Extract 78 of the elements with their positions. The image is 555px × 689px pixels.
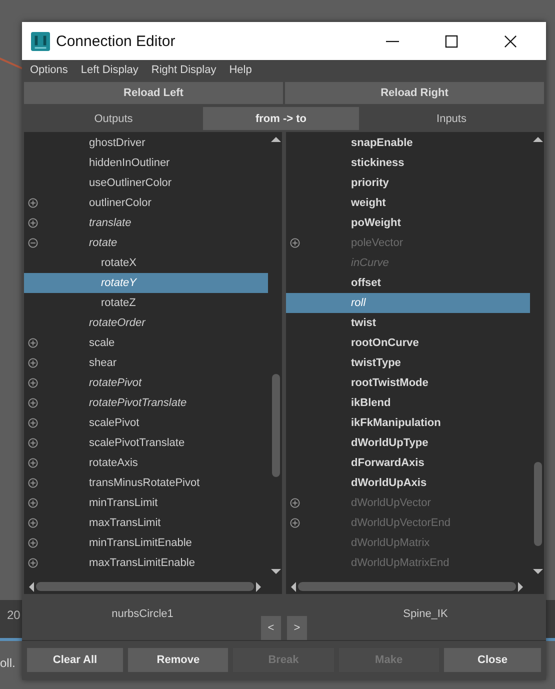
list-item[interactable]: rotateOrder — [24, 313, 268, 333]
menu-item[interactable]: Help — [229, 64, 252, 76]
list-item[interactable]: scale — [24, 333, 268, 353]
list-item[interactable]: rotateZ — [24, 293, 268, 313]
list-item[interactable]: weight — [286, 193, 530, 213]
list-item[interactable]: poWeight — [286, 213, 530, 233]
node-name: Spine_IK — [402, 608, 449, 620]
list-item[interactable]: rootOnCurve — [286, 333, 530, 353]
list-item[interactable]: ikFkManipulation — [286, 413, 530, 433]
expand-icon[interactable] — [28, 538, 38, 548]
window-title: Connection Editor — [56, 32, 176, 50]
list-item[interactable]: rotate — [24, 233, 268, 253]
maximize-icon[interactable] — [445, 34, 458, 48]
expand-icon[interactable] — [28, 198, 38, 208]
footer-button[interactable]: Remove — [128, 648, 228, 672]
expand-icon[interactable] — [290, 238, 300, 248]
list-item[interactable]: dForwardAxis — [286, 453, 530, 473]
close-icon[interactable] — [504, 34, 517, 48]
list-item[interactable]: scalePivotTranslate — [24, 433, 268, 453]
list-item[interactable]: hiddenInOutliner — [24, 153, 268, 173]
list-item[interactable]: offset — [286, 273, 530, 293]
menu-item[interactable]: Left Display — [80, 64, 138, 76]
list-item[interactable]: twist — [286, 313, 530, 333]
app-logo-icon — [31, 32, 50, 50]
list-item[interactable]: twistType — [286, 353, 530, 373]
list-item[interactable]: rotatePivot — [24, 373, 268, 393]
expand-icon[interactable] — [290, 498, 300, 508]
arrow-button[interactable]: < — [261, 616, 281, 640]
list-item[interactable]: dWorldUpAxis — [286, 473, 530, 493]
footer-button[interactable]: Close — [444, 648, 541, 672]
menu-item[interactable]: Options — [30, 64, 68, 76]
list-item[interactable]: rootTwistMode — [286, 373, 530, 393]
expand-icon[interactable] — [28, 398, 38, 408]
list-item[interactable]: useOutlinerColor — [24, 173, 268, 193]
background-text: 20 — [7, 608, 20, 622]
expand-icon[interactable] — [28, 498, 38, 508]
list-item[interactable]: priority — [286, 173, 530, 193]
list-item[interactable]: maxTransLimitEnable — [24, 553, 268, 573]
list-item[interactable]: minTransLimit — [24, 493, 268, 513]
arrow-button[interactable]: > — [287, 616, 307, 640]
list-item[interactable]: maxTransLimit — [24, 513, 268, 533]
expand-icon[interactable] — [28, 338, 38, 348]
collapse-icon[interactable] — [28, 238, 38, 248]
expand-icon[interactable] — [28, 478, 38, 488]
list-item[interactable]: minTransLimitEnable — [24, 533, 268, 553]
list-item[interactable]: stickiness — [286, 153, 530, 173]
selected-list-item[interactable]: rotateY — [24, 273, 268, 293]
tab[interactable]: Outputs — [24, 107, 203, 130]
expand-icon[interactable] — [28, 218, 38, 228]
list-item[interactable]: dWorldUpType — [286, 433, 530, 453]
tab[interactable]: Inputs — [359, 107, 544, 130]
reload-button[interactable]: Reload Left — [24, 82, 283, 104]
expand-icon[interactable] — [28, 518, 38, 528]
list-item[interactable]: rotatePivotTranslate — [24, 393, 268, 413]
list-item[interactable]: ikBlend — [286, 393, 530, 413]
menu-item[interactable]: Right Display — [151, 64, 216, 76]
list-item[interactable]: translate — [24, 213, 268, 233]
background-text: oll. — [0, 656, 16, 670]
expand-icon[interactable] — [28, 418, 38, 428]
list-item[interactable]: transMinusRotatePivot — [24, 473, 268, 493]
node-name: nurbsCircle1 — [110, 608, 174, 620]
expand-icon[interactable] — [28, 558, 38, 568]
list-item[interactable]: rotateX — [24, 253, 268, 273]
expand-icon[interactable] — [28, 438, 38, 448]
expand-icon[interactable] — [28, 458, 38, 468]
list-item[interactable]: outlinerColor — [24, 193, 268, 213]
list-item[interactable]: snapEnable — [286, 133, 530, 153]
reload-button[interactable]: Reload Right — [285, 82, 544, 104]
expand-icon[interactable] — [28, 378, 38, 388]
list-item[interactable]: shear — [24, 353, 268, 373]
list-item[interactable]: rotateAxis — [24, 453, 268, 473]
selected-list-item[interactable]: roll — [286, 293, 530, 313]
tab[interactable]: from -> to — [203, 107, 359, 130]
list-item[interactable]: scalePivot — [24, 413, 268, 433]
list-item[interactable]: ghostDriver — [24, 133, 268, 153]
expand-icon[interactable] — [290, 518, 300, 528]
footer-button[interactable]: Clear All — [27, 648, 123, 672]
expand-icon[interactable] — [28, 358, 38, 368]
